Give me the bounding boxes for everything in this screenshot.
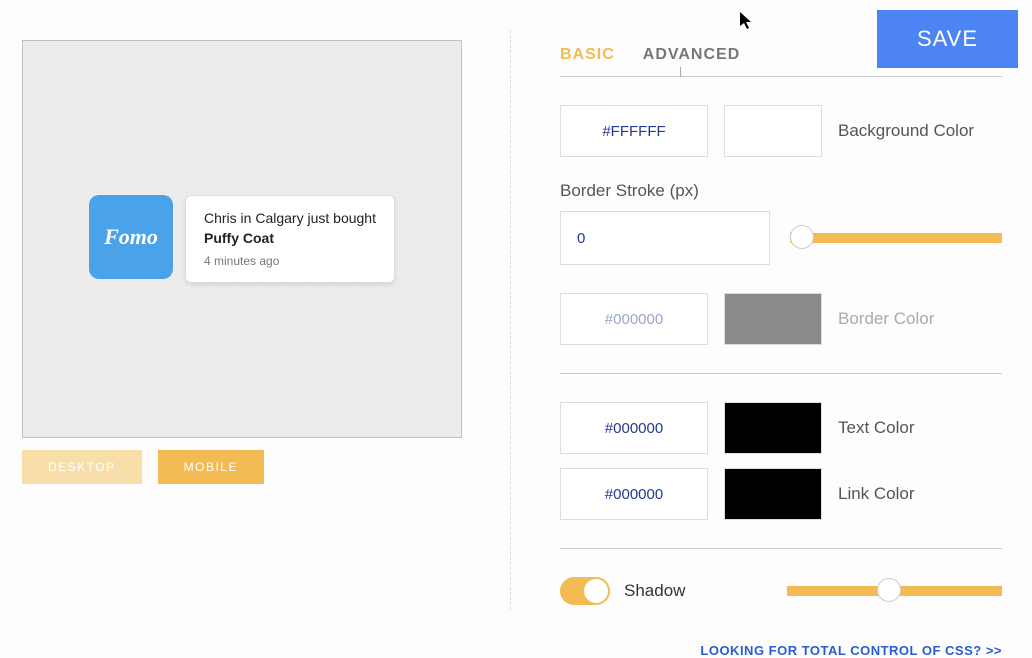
border-stroke-row: 0 — [560, 211, 1002, 265]
notification-time: 4 minutes ago — [204, 254, 376, 268]
notification-body: Chris in Calgary just bought Puffy Coat … — [185, 195, 395, 283]
border-stroke-label: Border Stroke (px) — [560, 181, 1002, 201]
background-label: Background Color — [838, 121, 974, 141]
notification-product: Puffy Coat — [204, 230, 376, 246]
tab-desktop[interactable]: DESKTOP — [22, 450, 142, 484]
border-stroke-slider[interactable] — [790, 233, 1002, 243]
divider-1 — [560, 373, 1002, 374]
settings-panel: BASIC ADVANCED #FFFFFF Background Color … — [560, 46, 1002, 658]
tab-basic[interactable]: BASIC — [560, 46, 615, 64]
border-stroke-input[interactable]: 0 — [560, 211, 770, 265]
fomo-logo: Fomo — [89, 195, 173, 279]
border-color-row: #000000 Border Color — [560, 293, 1002, 345]
vertical-divider — [510, 30, 511, 610]
shadow-row: Shadow — [560, 577, 1002, 605]
shadow-slider[interactable] — [787, 586, 1002, 596]
tab-indicator — [680, 67, 681, 77]
background-color-row: #FFFFFF Background Color — [560, 105, 1002, 157]
border-hex-input[interactable]: #000000 — [560, 293, 708, 345]
link-color-label: Link Color — [838, 484, 915, 504]
link-color-row: #000000 Link Color — [560, 468, 1002, 520]
tab-advanced[interactable]: ADVANCED — [643, 46, 740, 64]
mouse-cursor — [740, 12, 754, 35]
preview-canvas: Fomo Chris in Calgary just bought Puffy … — [22, 40, 462, 438]
link-hex-input[interactable]: #000000 — [560, 468, 708, 520]
background-swatch[interactable] — [724, 105, 822, 157]
text-color-row: #000000 Text Color — [560, 402, 1002, 454]
device-tabs: DESKTOP MOBILE — [22, 450, 462, 484]
background-hex-input[interactable]: #FFFFFF — [560, 105, 708, 157]
border-color-label: Border Color — [838, 309, 934, 329]
notification-preview: Fomo Chris in Calgary just bought Puffy … — [89, 195, 395, 283]
settings-tabs: BASIC ADVANCED — [560, 46, 1002, 77]
text-swatch[interactable] — [724, 402, 822, 454]
text-hex-input[interactable]: #000000 — [560, 402, 708, 454]
tab-mobile[interactable]: MOBILE — [158, 450, 264, 484]
preview-panel: Fomo Chris in Calgary just bought Puffy … — [22, 40, 462, 484]
toggle-knob — [584, 579, 608, 603]
text-color-label: Text Color — [838, 418, 915, 438]
shadow-slider-thumb[interactable] — [877, 578, 901, 602]
notification-line1: Chris in Calgary just bought — [204, 210, 376, 226]
link-swatch[interactable] — [724, 468, 822, 520]
border-swatch[interactable] — [724, 293, 822, 345]
shadow-label: Shadow — [624, 581, 685, 601]
divider-2 — [560, 548, 1002, 549]
slider-thumb[interactable] — [790, 225, 814, 249]
css-control-link[interactable]: LOOKING FOR TOTAL CONTROL OF CSS? >> — [560, 643, 1002, 658]
shadow-toggle[interactable] — [560, 577, 610, 605]
